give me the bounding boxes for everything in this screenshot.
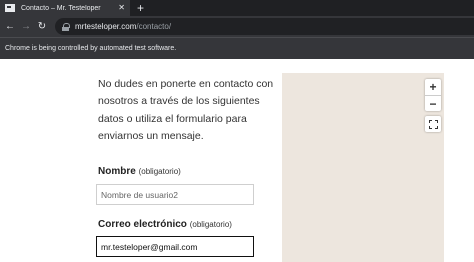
map-panel[interactable]: + − bbox=[282, 73, 444, 262]
back-button[interactable]: ← bbox=[2, 21, 18, 32]
new-tab-button[interactable]: + bbox=[137, 1, 144, 15]
fullscreen-button[interactable] bbox=[425, 116, 441, 132]
email-label-text: Correo electrónico bbox=[98, 219, 187, 230]
tab-title: Contacto – Mr. Testeloper bbox=[21, 4, 101, 12]
close-icon[interactable]: ✕ bbox=[118, 3, 125, 12]
browser-tab[interactable]: Contacto – Mr. Testeloper ✕ bbox=[0, 0, 130, 16]
map-zoom-control: + − bbox=[425, 79, 441, 111]
window-icon bbox=[5, 4, 15, 12]
name-label-text: Nombre bbox=[98, 166, 136, 177]
zoom-out-button[interactable]: − bbox=[425, 95, 441, 111]
forward-button[interactable]: → bbox=[18, 21, 34, 32]
fullscreen-icon bbox=[428, 119, 438, 129]
url-text[interactable]: mrtesteloper.com/contacto/ bbox=[75, 22, 171, 31]
email-label: Correo electrónico (obligatorio) bbox=[98, 219, 232, 230]
address-bar[interactable]: mrtesteloper.com/contacto/ bbox=[55, 18, 474, 35]
lock-icon[interactable] bbox=[62, 22, 70, 31]
reload-button[interactable]: ↻ bbox=[34, 21, 50, 32]
browser-toolbar: ← → ↻ mrtesteloper.com/contacto/ bbox=[0, 16, 474, 37]
email-required-note: (obligatorio) bbox=[189, 220, 232, 229]
email-field[interactable]: mr.testeloper@gmail.com bbox=[96, 236, 254, 257]
name-required-note: (obligatorio) bbox=[138, 167, 181, 176]
name-field[interactable]: Nombre de usuario2 bbox=[96, 184, 254, 205]
zoom-in-button[interactable]: + bbox=[425, 79, 441, 95]
tab-strip: Contacto – Mr. Testeloper ✕ + bbox=[0, 0, 474, 16]
infobar-text: Chrome is being controlled by automated … bbox=[5, 45, 177, 52]
page-content: No dudes en ponerte en contacto con noso… bbox=[0, 59, 474, 262]
url-host: mrtesteloper.com bbox=[75, 22, 137, 31]
url-path: /contacto/ bbox=[136, 22, 172, 31]
intro-text: No dudes en ponerte en contacto con noso… bbox=[98, 78, 274, 142]
automation-infobar: Chrome is being controlled by automated … bbox=[0, 37, 474, 59]
name-label: Nombre (obligatorio) bbox=[98, 166, 181, 177]
